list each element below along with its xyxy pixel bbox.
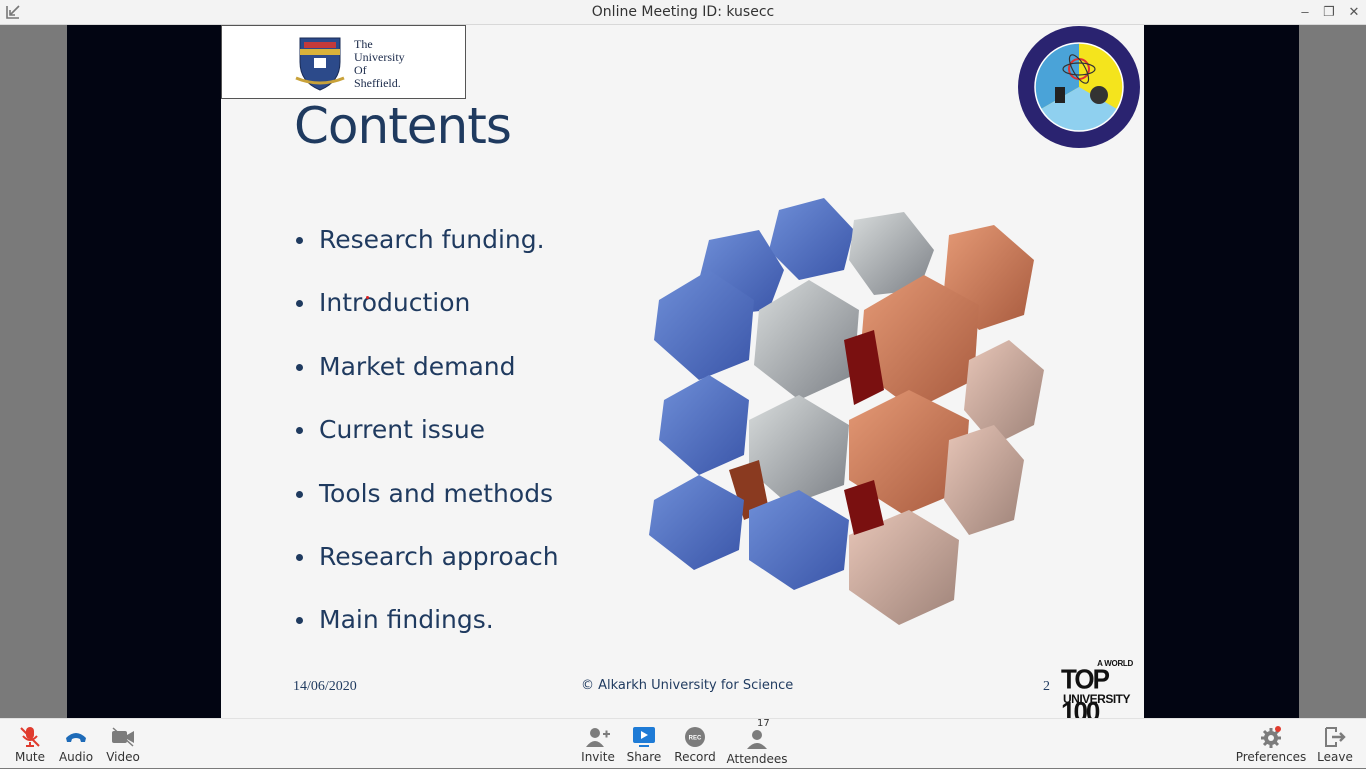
bullet-dot (296, 490, 303, 498)
add-user-icon (586, 728, 610, 747)
attendees-count-badge: 17 (757, 718, 770, 729)
bullet-dot (296, 427, 303, 435)
gear-icon (1261, 726, 1281, 748)
list-item: Current issue (294, 415, 559, 478)
restore-button[interactable]: ❐ (1320, 3, 1338, 21)
audio-label: Audio (58, 750, 94, 764)
list-item-text: Tools and methods (319, 478, 554, 508)
microphone-muted-icon (20, 727, 40, 747)
contents-list: Research funding. Introduction Market de… (294, 225, 559, 669)
share-label: Share (626, 750, 662, 764)
badge-main-text: TOP 100 (1061, 663, 1110, 718)
laser-pointer-dot (366, 296, 369, 299)
record-label: Record (674, 750, 716, 764)
window-title: Online Meeting ID: kusecc (591, 4, 775, 20)
slide-date: 14/06/2020 (293, 679, 357, 694)
meeting-toolbar: Mute Audio Video Invite Share REC Record… (0, 718, 1366, 768)
preferences-label: Preferences (1235, 750, 1307, 764)
video-camera-icon (112, 727, 134, 747)
mute-label: Mute (14, 750, 46, 764)
list-item-text: Main findings. (319, 605, 494, 635)
wordmark-line: Sheffield. (354, 76, 401, 90)
attendees-button[interactable]: 17 Attendees (726, 718, 788, 769)
sheffield-crest-icon (295, 37, 345, 91)
audio-button[interactable]: Audio (56, 719, 96, 769)
preferences-button[interactable]: Preferences (1236, 719, 1306, 769)
college-of-science-logo (1018, 26, 1140, 148)
list-item-text: Research funding. (319, 225, 545, 254)
record-button[interactable]: REC Record (674, 719, 716, 769)
sheffield-logo: The University Of Sheffield. (221, 25, 466, 99)
list-item: Introduction (294, 288, 559, 351)
list-item: Market demand (294, 352, 559, 415)
slide-title: Contents (294, 97, 512, 155)
record-icon: REC (685, 727, 705, 747)
leave-button[interactable]: Leave (1316, 719, 1354, 769)
list-item-text: Introduction (319, 288, 471, 318)
minimize-button[interactable]: – (1296, 3, 1314, 21)
list-item-text: Market demand (319, 351, 516, 381)
title-bar: Online Meeting ID: kusecc – ❐ ✕ (0, 0, 1366, 25)
list-item: Main findings. (294, 605, 559, 668)
list-item: Research approach (294, 542, 559, 605)
list-item-text: Current issue (319, 415, 486, 445)
bullet-dot (296, 363, 303, 371)
presentation-slide: The University Of Sheffield. Contents Re… (221, 25, 1144, 718)
screen-share-icon (633, 727, 655, 747)
top-100-badge: A WORLD TOP 100 UNIVERSITY (1059, 659, 1135, 718)
badge-bottom-text: UNIVERSITY (1063, 692, 1131, 706)
video-button[interactable]: Video (104, 719, 142, 769)
video-label: Video (106, 750, 140, 764)
leave-label: Leave (1317, 750, 1353, 764)
polyhedral-foam-image (649, 198, 1044, 625)
sheffield-wordmark: The University Of Sheffield. (354, 38, 405, 90)
invite-button[interactable]: Invite (580, 719, 616, 769)
bullet-dot (296, 553, 303, 561)
slide-copyright: © Alkarkh University for Science (581, 678, 794, 693)
meeting-stage: The University Of Sheffield. Contents Re… (0, 25, 1366, 718)
bullet-dot (296, 237, 303, 244)
list-item-text: Research approach (319, 541, 559, 571)
bullet-dot (296, 617, 303, 625)
mute-button[interactable]: Mute (12, 719, 48, 769)
list-item: Tools and methods (294, 479, 559, 542)
close-button[interactable]: ✕ (1345, 3, 1363, 21)
bullet-dot (296, 300, 303, 308)
list-item: Research funding. (294, 225, 559, 288)
invite-label: Invite (581, 750, 615, 764)
phone-icon (66, 733, 86, 742)
record-icon-text: REC (689, 736, 702, 742)
attendees-label: Attendees (726, 752, 788, 766)
leave-icon (1325, 727, 1346, 747)
share-button[interactable]: Share (626, 719, 662, 769)
attendees-icon (747, 730, 767, 749)
slide-page-number: 2 (1043, 679, 1050, 694)
